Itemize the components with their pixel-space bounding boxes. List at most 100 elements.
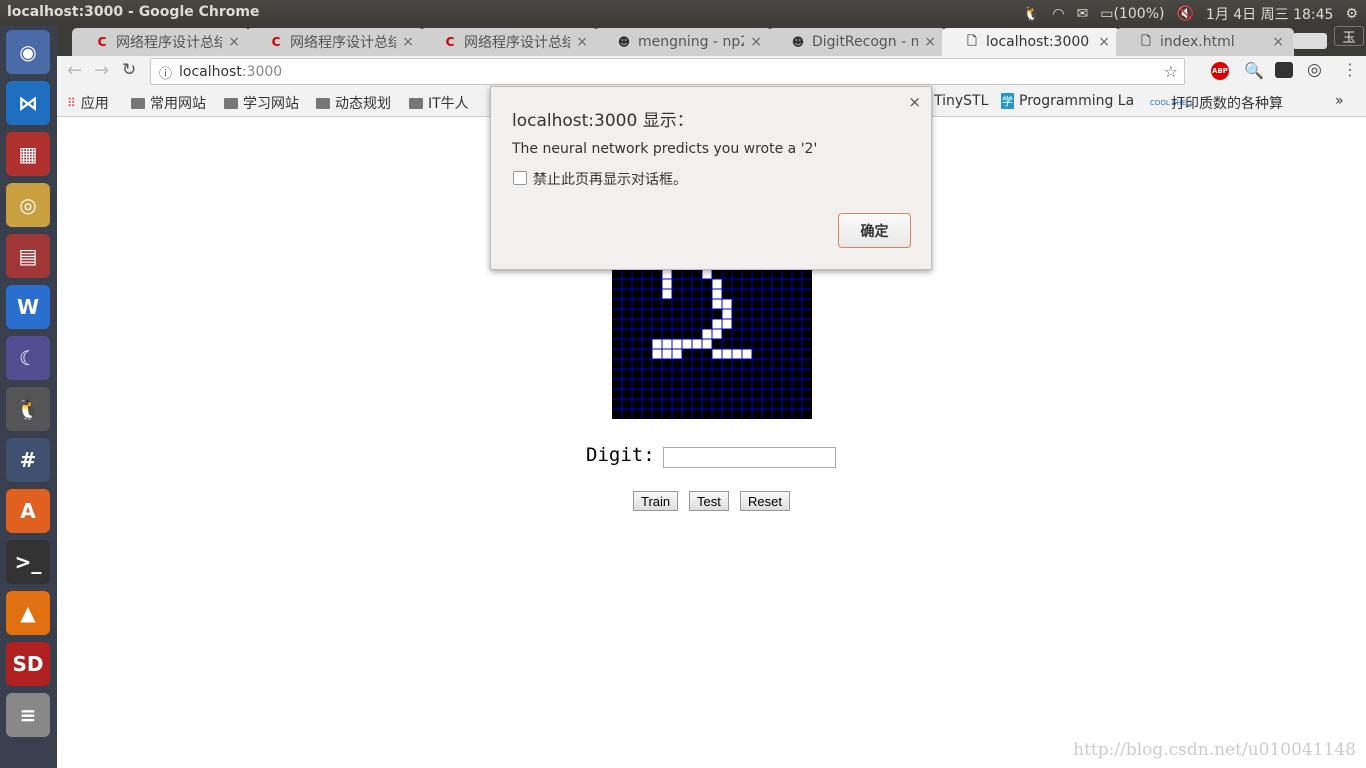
launcher-terminal-icon[interactable]: >_	[6, 540, 50, 584]
tab-favicon-icon: C	[445, 35, 455, 49]
pixel-on	[662, 269, 672, 279]
tab-close-icon[interactable]: ×	[402, 34, 414, 50]
xue-icon: 学	[1001, 93, 1014, 109]
reset-button[interactable]: Reset	[740, 491, 790, 511]
launcher-monodevelop-icon[interactable]: #	[6, 438, 50, 482]
launcher-qq-icon[interactable]: 🐧	[6, 387, 50, 431]
suppress-dialogs-checkbox[interactable]	[513, 171, 527, 185]
wifi-icon[interactable]: ◠	[1052, 6, 1064, 22]
back-icon[interactable]: ←	[67, 60, 82, 81]
tab[interactable]: C 网络程序设计总结 ×	[72, 28, 250, 56]
pixel-on	[742, 349, 752, 359]
bookmarks-overflow[interactable]: »	[1335, 93, 1344, 109]
tab-favicon-icon: C	[271, 35, 281, 49]
extension-search-icon[interactable]: 🔍	[1244, 61, 1264, 80]
power-gear-icon[interactable]: ⚙	[1345, 6, 1358, 22]
pixel-on	[712, 349, 722, 359]
extension-avatar-icon[interactable]	[1275, 62, 1293, 78]
tab-close-icon[interactable]: ×	[924, 34, 936, 50]
pixel-on	[672, 339, 682, 349]
tab[interactable]: ☻ DigitRecogn - mengning ×	[768, 28, 946, 56]
launcher-chrome-icon[interactable]: ◎	[6, 183, 50, 227]
bookmark-folder-common[interactable]: 常用网站	[131, 93, 206, 113]
pixel-on	[712, 279, 722, 289]
tab-strip: C 网络程序设计总结 × C 网络程序设计总结 × C 网络程序设计总结 × ☻ mengning …	[57, 25, 1366, 56]
pixel-on	[662, 289, 672, 299]
bookmark-folder-it[interactable]: IT牛人	[409, 93, 469, 113]
launcher-vlc-icon[interactable]: ▲	[6, 591, 50, 635]
tab[interactable]: 🗋 index.html ×	[1116, 28, 1294, 56]
pixel-on	[662, 339, 672, 349]
bookmark-apps[interactable]: ⠿ 应用	[67, 93, 109, 113]
launcher-workspace-switcher-icon[interactable]: ≡	[6, 693, 50, 737]
adblock-plus-icon[interactable]: ABP	[1211, 62, 1229, 80]
tab-active[interactable]: 🗋 localhost:3000 ×	[942, 28, 1120, 56]
tab-favicon-icon: 🗋	[967, 33, 977, 48]
pixel-on	[712, 299, 722, 309]
tab[interactable]: C 网络程序设计总结 ×	[420, 28, 598, 56]
alert-dialog: localhost:3000 显示： × The neural network …	[490, 86, 932, 270]
volume-muted-icon[interactable]: 🔇	[1176, 6, 1193, 22]
reload-icon[interactable]: ↻	[122, 60, 136, 80]
pixel-on	[712, 319, 722, 329]
address-bar[interactable]: ⓘ localhost:3000 ☆	[150, 58, 1185, 85]
mail-icon[interactable]: ✉	[1077, 6, 1089, 22]
train-button[interactable]: Train	[633, 491, 679, 511]
folder-icon	[316, 97, 330, 109]
browser-toolbar: ← → ↻ ⓘ localhost:3000 ☆ ABP 🔍 ◎ ⋮	[57, 56, 1366, 87]
tab-close-icon[interactable]: ×	[1098, 34, 1110, 50]
window-title: localhost:3000 - Google Chrome	[7, 4, 260, 20]
tab-favicon-icon: C	[97, 35, 107, 49]
bookmark-folder-study[interactable]: 学习网站	[224, 93, 299, 113]
test-button[interactable]: Test	[689, 491, 729, 511]
launcher-files-icon[interactable]: ▤	[6, 234, 50, 278]
url-host: localhost	[179, 64, 242, 80]
launcher-software-center-icon[interactable]: A	[6, 489, 50, 533]
tab-label: DigitRecogn - mengning	[812, 34, 919, 50]
chrome-menu-icon[interactable]: ⋮	[1342, 60, 1358, 79]
ime-indicator[interactable]: 玉	[1334, 26, 1364, 46]
launcher-ubuntu-dash-icon[interactable]: ◉	[6, 30, 50, 74]
tab-close-icon[interactable]: ×	[576, 34, 588, 50]
clock[interactable]: 1月 4日 周三 18:45	[1206, 4, 1334, 24]
pixel-on	[682, 339, 692, 349]
forward-icon[interactable]: →	[94, 60, 109, 81]
coolshell-icon: COOL SHELL	[1150, 98, 1194, 107]
launcher-wps-writer-icon[interactable]: W	[6, 285, 50, 329]
launcher-eclipse-icon[interactable]: ☾	[6, 336, 50, 380]
qq-tray-icon[interactable]: 🐧	[1023, 6, 1040, 22]
dialog-close-icon[interactable]: ×	[908, 93, 921, 111]
tab-favicon-icon: ☻	[617, 35, 631, 49]
tab-label: localhost:3000	[986, 34, 1090, 50]
battery-icon[interactable]: ▭(100%)	[1100, 6, 1164, 22]
bookmark-tinystl[interactable]: TinySTL	[934, 93, 988, 109]
system-tray: 🐧 ◠ ✉ ▭(100%) 🔇 1月 4日 周三 18:45 ⚙	[1023, 4, 1358, 24]
extension-spiral-icon[interactable]: ◎	[1307, 60, 1322, 80]
pixel-on	[722, 299, 732, 309]
digit-input[interactable]	[663, 447, 836, 468]
bookmark-coolshell[interactable]: COOL SHELL 打印质数的各种算	[1150, 93, 1283, 113]
tab[interactable]: C 网络程序设计总结 ×	[246, 28, 424, 56]
launcher-sd-card-icon[interactable]: SD	[6, 642, 50, 686]
bookmark-star-icon[interactable]: ☆	[1164, 62, 1178, 81]
new-tab-button[interactable]	[1293, 33, 1327, 49]
launcher-workspaces-icon[interactable]: ▦	[6, 132, 50, 176]
pixel-on	[672, 349, 682, 359]
tab-close-icon[interactable]: ×	[750, 34, 762, 50]
system-top-bar: localhost:3000 - Google Chrome 🐧 ◠ ✉ ▭(1…	[0, 0, 1366, 25]
tab-favicon-icon: 🗋	[1141, 33, 1151, 48]
dialog-ok-button[interactable]: 确定	[838, 213, 911, 248]
tab-close-icon[interactable]: ×	[228, 34, 240, 50]
unity-launcher: ◉ ⋈ ▦ ◎ ▤ W ☾ 🐧 # A >_ ▲ SD ≡	[0, 25, 57, 768]
pixel-on	[712, 329, 722, 339]
battery-percent: (100%)	[1113, 6, 1165, 22]
pixel-on	[722, 309, 732, 319]
launcher-vscode-icon[interactable]: ⋈	[6, 81, 50, 125]
bookmark-programming[interactable]: 学 Programming La	[1001, 93, 1133, 109]
tab-close-icon[interactable]: ×	[1272, 34, 1284, 50]
suppress-dialogs-label[interactable]: 禁止此页再显示对话框。	[533, 169, 687, 189]
bookmark-folder-dp[interactable]: 动态规划	[316, 93, 391, 113]
pixel-on	[662, 349, 672, 359]
tab[interactable]: ☻ mengning - np2016 ×	[594, 28, 772, 56]
info-icon[interactable]: ⓘ	[159, 63, 172, 82]
